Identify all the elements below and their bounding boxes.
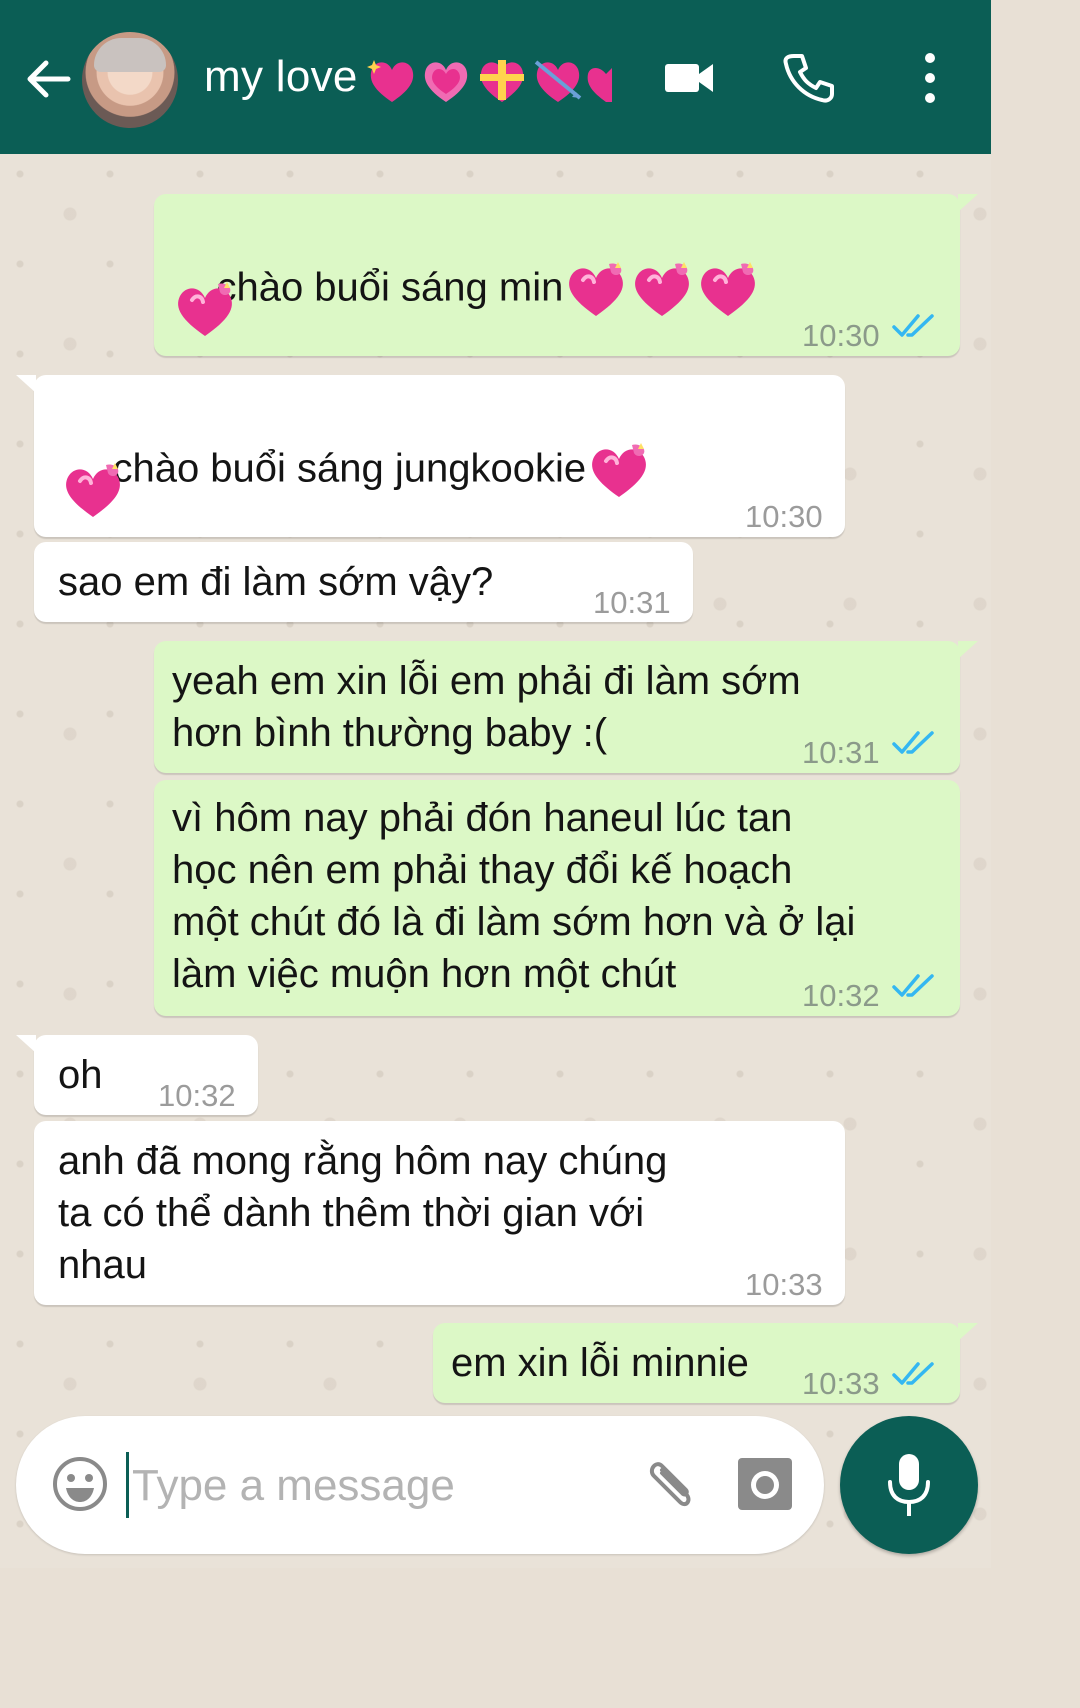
message-text: em xin lỗi minnie	[451, 1341, 749, 1385]
message-time: 10:33	[802, 1366, 880, 1401]
message-time: 10:31	[593, 585, 671, 620]
message-time: 10:31	[802, 735, 880, 770]
message-input[interactable]	[130, 1450, 624, 1522]
emoji-icon[interactable]	[52, 1456, 108, 1512]
message-bubble-outgoing[interactable]: em xin lỗi minnie 10:33	[433, 1323, 978, 1403]
message-time: 10:32	[158, 1078, 236, 1113]
message-time: 10:30	[745, 499, 823, 534]
heart-with-ribbon-icon	[480, 60, 524, 102]
heart-icon	[587, 68, 612, 102]
read-receipt-icon	[892, 312, 938, 340]
message-bubble-incoming[interactable]: chào buổi sáng jungkookie 10:30	[16, 375, 845, 537]
text-cursor	[126, 1452, 129, 1518]
message-text: anh đã mong rằng hôm nay chúng ta có thể…	[58, 1139, 668, 1287]
message-bubble-incoming[interactable]: anh đã mong rằng hôm nay chúng ta có thể…	[34, 1121, 845, 1305]
chat-header: my love	[0, 0, 991, 154]
message-text: yeah em xin lỗi em phải đi làm sớm hơn b…	[172, 659, 801, 755]
back-arrow-icon[interactable]	[24, 55, 72, 103]
sparkling-heart-icon	[695, 260, 761, 320]
message-text: sao em đi làm sớm vậy?	[58, 560, 494, 604]
message-text: vì hôm nay phải đón haneul lúc tan học n…	[172, 796, 856, 996]
contact-name[interactable]: my love	[204, 52, 358, 102]
sparkling-heart-icon	[367, 60, 414, 102]
sparkling-heart-icon	[629, 260, 695, 320]
message-text: oh	[58, 1053, 103, 1097]
sparkling-heart-icon	[586, 441, 652, 501]
message-text: chào buổi sáng min	[216, 265, 564, 310]
mic-button[interactable]	[840, 1416, 978, 1554]
message-time: 10:33	[745, 1267, 823, 1302]
video-call-icon[interactable]	[663, 58, 715, 98]
sparkling-heart-icon	[60, 461, 126, 521]
more-options-icon[interactable]	[920, 52, 940, 104]
message-bubble-incoming[interactable]: oh 10:32	[16, 1035, 258, 1115]
camera-icon[interactable]	[736, 1456, 794, 1512]
message-time: 10:32	[802, 978, 880, 1013]
message-time: 10:30	[802, 318, 880, 353]
attach-icon[interactable]	[642, 1454, 702, 1514]
sparkling-heart-icon	[563, 260, 629, 320]
read-receipt-icon	[892, 1360, 938, 1388]
message-bubble-incoming[interactable]: sao em đi làm sớm vậy? 10:31	[34, 542, 693, 622]
mic-icon	[888, 1454, 930, 1516]
message-composer	[16, 1416, 824, 1554]
contact-name-emojis	[366, 54, 612, 106]
avatar[interactable]	[80, 30, 180, 130]
sparkling-heart-icon	[172, 280, 238, 340]
message-text: chào buổi sáng jungkookie	[112, 446, 587, 491]
heart-with-arrow-icon	[534, 60, 582, 102]
message-bubble-outgoing[interactable]: vì hôm nay phải đón haneul lúc tan học n…	[154, 780, 960, 1016]
read-receipt-icon	[892, 729, 938, 757]
message-bubble-outgoing[interactable]: chào buổi sáng min 10:30	[154, 194, 978, 356]
message-bubble-outgoing[interactable]: yeah em xin lỗi em phải đi làm sớm hơn b…	[154, 641, 978, 773]
phone-icon[interactable]	[782, 52, 834, 104]
growing-heart-icon	[424, 62, 468, 102]
read-receipt-icon	[892, 972, 938, 1000]
